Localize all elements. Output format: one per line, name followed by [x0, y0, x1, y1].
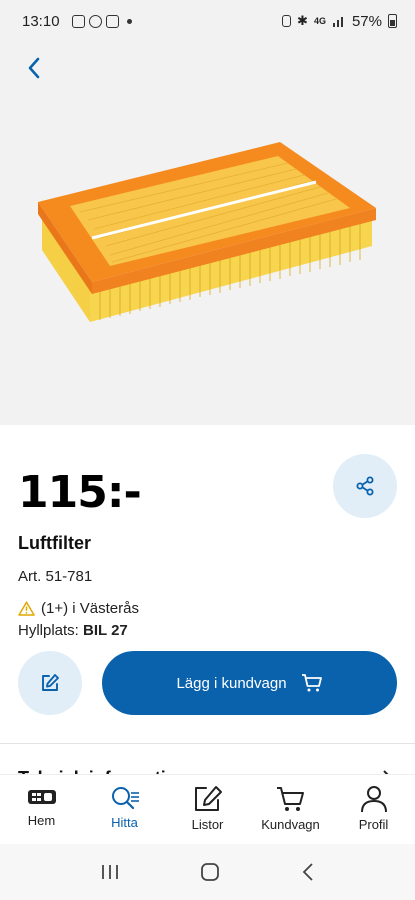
cart-icon	[301, 674, 322, 692]
status-bar: 13:10 ✱ 4G 57%	[0, 0, 415, 42]
bottom-navigation: Hem Hitta Listor Kundvagn Profil	[0, 774, 415, 844]
air-filter-image	[38, 142, 376, 322]
nav-home-label: Hem	[27, 813, 56, 828]
share-icon	[356, 476, 374, 496]
nav-profile-label: Profil	[358, 817, 389, 832]
user-icon	[360, 786, 387, 813]
notification-icons	[71, 14, 132, 28]
status-right: ✱ 4G 57%	[282, 13, 397, 30]
more-notifications-icon	[126, 18, 132, 24]
nav-find-label: Hitta	[111, 815, 138, 830]
bluetooth-icon: ✱	[297, 13, 308, 28]
search-icon	[111, 787, 139, 810]
home-logo-icon	[27, 790, 56, 804]
nav-home[interactable]: Hem	[0, 775, 83, 844]
status-time: 13:10	[22, 12, 60, 30]
shelf-label: Hyllplats:	[18, 622, 79, 639]
section-divider	[0, 743, 415, 744]
article-number: Art. 51-781	[18, 568, 93, 585]
nav-find[interactable]: Hitta	[83, 775, 166, 844]
shelf-location: Hyllplats: BIL 27	[18, 622, 128, 639]
mail-icon	[71, 14, 85, 28]
system-navigation-bar	[0, 844, 415, 900]
stock-text: (1+) i Västerås	[41, 600, 139, 617]
stock-status: (1+) i Västerås	[18, 600, 139, 617]
edit-icon	[42, 674, 59, 691]
product-image-area	[0, 42, 415, 425]
nav-cart[interactable]: Kundvagn	[249, 775, 332, 844]
app-icon	[105, 14, 119, 28]
add-to-cart-button[interactable]: Lägg i kundvagn	[102, 651, 397, 715]
add-note-button[interactable]	[18, 651, 82, 715]
cart-icon	[276, 787, 304, 811]
home-button-icon[interactable]	[200, 862, 220, 882]
shelf-value: BIL 27	[83, 622, 128, 639]
add-to-cart-label: Lägg i kundvagn	[176, 674, 287, 692]
share-button[interactable]	[333, 454, 397, 518]
battery-icon	[388, 14, 397, 28]
back-button[interactable]	[14, 48, 54, 88]
nav-lists-label: Listor	[191, 817, 224, 832]
status-left: 13:10	[22, 13, 132, 30]
nav-cart-label: Kundvagn	[261, 817, 320, 832]
warning-icon	[18, 601, 35, 616]
recent-apps-icon[interactable]	[100, 863, 120, 881]
edit-list-icon	[194, 786, 222, 811]
chevron-left-icon	[28, 57, 40, 79]
messenger-icon	[88, 14, 102, 28]
product-name: Luftfilter	[18, 533, 91, 553]
signal-icon	[332, 17, 343, 27]
network-type: 4G	[313, 16, 326, 26]
battery-percent: 57%	[351, 12, 382, 30]
system-back-icon[interactable]	[301, 862, 315, 882]
nav-lists[interactable]: Listor	[166, 775, 249, 844]
battery-saver-icon	[282, 15, 292, 27]
nav-profile[interactable]: Profil	[332, 775, 415, 844]
product-price: 115:-	[18, 467, 142, 518]
